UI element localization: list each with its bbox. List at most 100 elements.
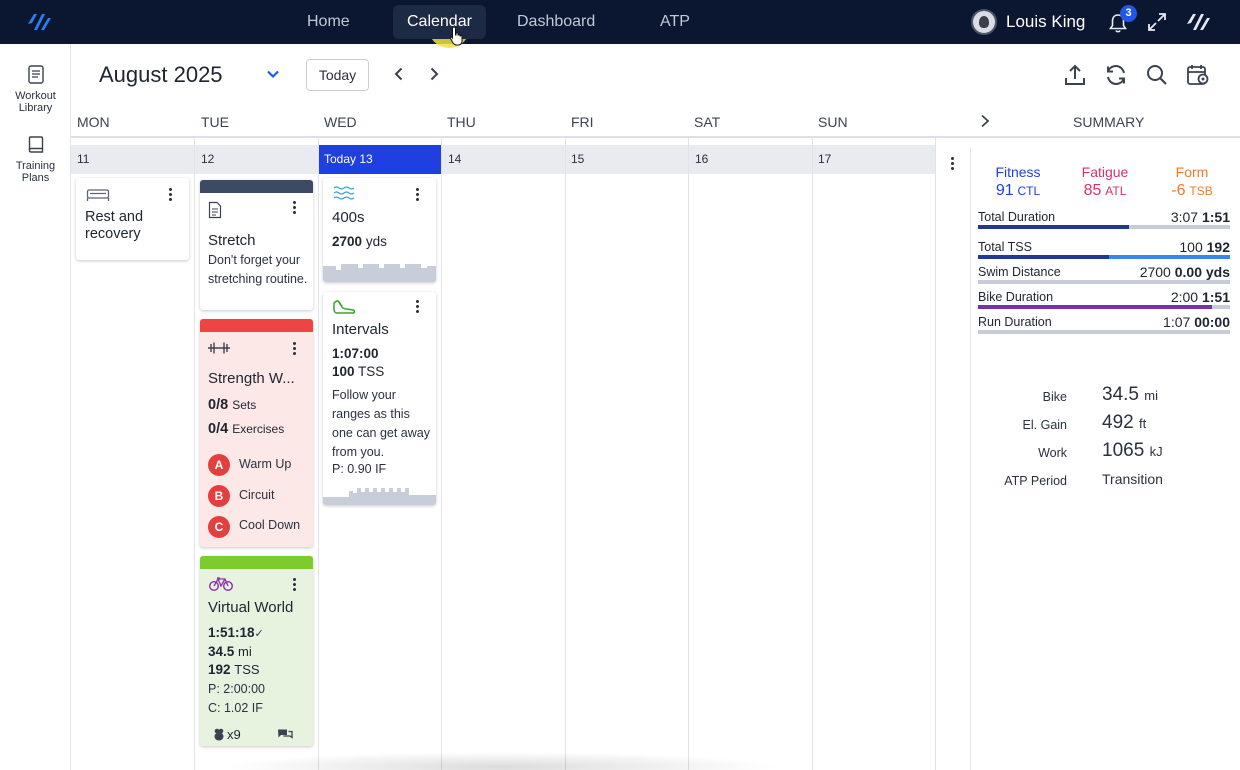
workout-profile-graph xyxy=(323,488,436,505)
workout-title: Strength W... xyxy=(208,370,295,387)
stat-unit: mi xyxy=(1144,388,1158,403)
date-cell[interactable]: 15 xyxy=(565,145,688,174)
calendar-settings-icon[interactable] xyxy=(1185,62,1211,88)
block-name: Circuit xyxy=(239,488,275,502)
planned-duration: P: 2:00:00 xyxy=(208,682,265,696)
rail-label-training-plans: Training Plans xyxy=(15,160,56,184)
weekday-label: THU xyxy=(447,114,476,130)
comments-icon[interactable] xyxy=(277,728,293,740)
progress-track xyxy=(978,280,1230,284)
planned-value: 2:00 xyxy=(1170,289,1199,305)
progress-track xyxy=(978,305,1230,309)
workout-card-stretch[interactable]: Stretch Don't forget your stretching rou… xyxy=(200,180,313,310)
weekday-header: MON TUE WED THU FRI SAT SUN xyxy=(71,106,1240,138)
kudos-icon xyxy=(214,728,224,741)
workout-title: Intervals xyxy=(332,321,389,338)
workout-title: 400s xyxy=(332,209,365,226)
actual-value: 192 xyxy=(1206,239,1230,255)
workout-title: Stretch xyxy=(208,232,256,249)
workout-card-swim[interactable]: 400s 2700 yds xyxy=(323,178,436,282)
nav-calendar[interactable]: Calendar xyxy=(393,5,486,39)
planned-value: 1:07 xyxy=(1163,314,1191,330)
fitness-unit: CTL xyxy=(1017,184,1041,198)
rail-workout-library[interactable]: Workout Library xyxy=(0,64,71,114)
progress-track xyxy=(978,225,1230,229)
more-options-icon[interactable] xyxy=(293,578,297,592)
upload-icon[interactable] xyxy=(1062,62,1088,88)
summary-row-bike: Bike Duration 2:00 1:51 xyxy=(978,289,1230,315)
more-options-icon[interactable] xyxy=(951,157,955,171)
card-color-bar xyxy=(200,319,313,332)
swim-distance: 2700 yds xyxy=(332,234,387,249)
date-cell[interactable]: 16 xyxy=(689,145,812,174)
stat-unit: kJ xyxy=(1149,444,1163,459)
planned-value: 100 xyxy=(1179,239,1203,255)
bed-icon xyxy=(86,189,110,201)
workout-card-strength[interactable]: Strength W... 0/8 Sets 0/4 Exercises A W… xyxy=(200,319,313,547)
summary-row-value: 100 192 xyxy=(1179,239,1230,255)
fatigue-value: 85 xyxy=(1083,182,1102,199)
fatigue-unit: ATL xyxy=(1105,184,1127,198)
stat-unit: ft xyxy=(1138,416,1147,431)
weekday-label: WED xyxy=(324,114,357,130)
date-cell[interactable]: 11 xyxy=(71,145,194,174)
summary-row-label: Bike Duration xyxy=(978,290,1054,304)
date-cell[interactable]: 17 xyxy=(812,145,935,174)
search-icon[interactable] xyxy=(1144,62,1170,88)
workout-card-run[interactable]: Intervals 1:07:00 100 TSS Follow your ra… xyxy=(323,292,436,505)
more-options-icon[interactable] xyxy=(169,188,173,202)
actual-value: 0.00 yds xyxy=(1174,264,1230,280)
brand-logo-icon[interactable] xyxy=(24,10,52,34)
training-peaks-icon[interactable] xyxy=(1184,10,1212,34)
workout-profile-graph xyxy=(323,264,436,282)
column-divider xyxy=(812,138,813,770)
date-cell-today[interactable]: Today 13 xyxy=(318,145,441,174)
duration-value: 1:07:00 xyxy=(332,346,379,361)
date-cell[interactable]: 14 xyxy=(442,145,565,174)
rail-label-workout-library: Workout Library xyxy=(15,90,56,114)
sets-progress: 0/8 Sets xyxy=(208,397,256,413)
summary-row-value: 1:07 00:00 xyxy=(1163,314,1230,330)
summary-row-label: Total Duration xyxy=(978,210,1056,224)
more-options-icon[interactable] xyxy=(416,300,420,314)
chevron-right-icon[interactable] xyxy=(978,113,992,129)
chevron-right-icon[interactable] xyxy=(426,66,442,82)
stat-value: 1065 xyxy=(1102,440,1145,461)
actual-value: 1:51 xyxy=(1201,289,1230,305)
column-divider xyxy=(318,138,319,770)
column-divider xyxy=(194,138,195,770)
rail-training-plans[interactable]: Training Plans xyxy=(0,134,71,184)
user-menu[interactable]: Louis King xyxy=(971,9,1085,35)
distance-unit: yds xyxy=(365,234,387,249)
sync-icon[interactable] xyxy=(1103,62,1129,88)
workout-card-rest[interactable]: Rest and recovery xyxy=(76,178,189,260)
chevron-down-icon[interactable] xyxy=(265,66,281,82)
form-metric: Form -6 TSB xyxy=(1167,164,1217,200)
book-icon xyxy=(27,65,44,84)
today-button[interactable]: Today xyxy=(306,59,369,91)
progress-fill xyxy=(978,305,1213,309)
summary-row-duration: Total Duration 3:07 1:51 xyxy=(978,209,1230,235)
distance-value: 2700 xyxy=(332,234,363,249)
summary-row-label: Swim Distance xyxy=(978,265,1061,279)
more-options-icon[interactable] xyxy=(416,188,420,202)
tss-value: 100 xyxy=(332,364,355,379)
nav-dashboard[interactable]: Dashboard xyxy=(517,13,595,31)
fullscreen-icon[interactable] xyxy=(1146,11,1168,33)
date-cell[interactable]: 12 xyxy=(195,145,318,174)
nav-home[interactable]: Home xyxy=(307,13,350,31)
workout-card-bike[interactable]: Virtual World 1:51:18✓ 34.5 mi 192 TSS P… xyxy=(200,556,313,746)
fatigue-label: Fatigue xyxy=(1081,164,1129,180)
column-divider xyxy=(565,138,566,770)
exercises-label: Exercises xyxy=(232,422,285,436)
chevron-left-icon[interactable] xyxy=(391,66,407,82)
block-name: Cool Down xyxy=(239,518,301,532)
block-name: Warm Up xyxy=(239,457,292,471)
weekday-label: SAT xyxy=(694,114,721,130)
more-options-icon[interactable] xyxy=(293,342,297,356)
stat-value: Transition xyxy=(1102,471,1163,487)
bottom-shadow xyxy=(220,752,780,770)
more-options-icon[interactable] xyxy=(293,201,297,215)
nav-atp[interactable]: ATP xyxy=(660,13,690,31)
kudos-count: x9 xyxy=(227,727,241,742)
